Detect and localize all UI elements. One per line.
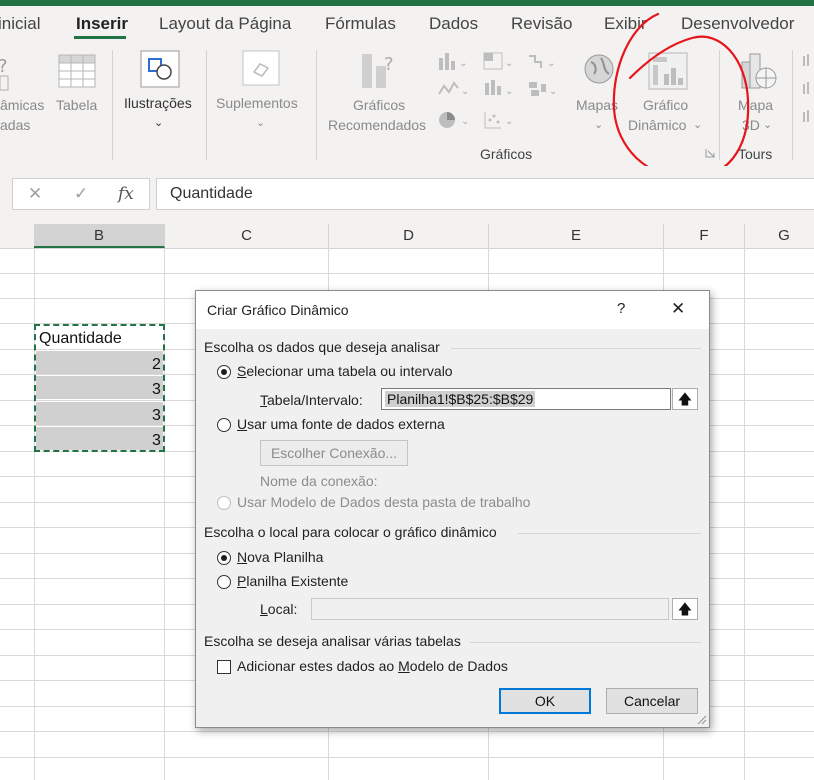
- close-icon[interactable]: ✕: [671, 299, 685, 319]
- group-label-graficos: Gráficos: [480, 146, 533, 162]
- new-sheet-label[interactable]: Nova Planilha: [237, 549, 323, 565]
- dialog-title: Criar Gráfico Dinâmico: [207, 302, 349, 318]
- external-source-label[interactable]: Usar uma fonte de dados externa: [237, 416, 445, 432]
- svg-text:⌄: ⌄: [505, 86, 513, 97]
- cell-value: 3: [152, 407, 161, 424]
- column-header-e[interactable]: E: [489, 224, 664, 248]
- section-data-label: Escolha os dados que deseja analisar: [204, 339, 440, 355]
- data-model-radio[interactable]: [217, 496, 231, 510]
- create-pivot-chart-dialog: Criar Gráfico Dinâmico ? ✕ Escolha os da…: [195, 290, 710, 728]
- ok-button[interactable]: OK: [499, 688, 591, 714]
- tab-formulas[interactable]: Fórmulas: [325, 14, 396, 34]
- svg-text:?: ?: [0, 56, 8, 77]
- column-header-g[interactable]: G: [745, 224, 814, 248]
- formula-input[interactable]: [156, 178, 814, 210]
- svg-text:⌄: ⌄: [461, 116, 469, 127]
- collapse-location-button[interactable]: 🡅: [672, 598, 698, 620]
- add-to-data-model-checkbox[interactable]: [217, 660, 231, 674]
- connection-name-label: Nome da conexão:: [260, 473, 378, 489]
- cell-value: 3: [152, 381, 161, 398]
- svg-text:⌄: ⌄: [505, 116, 513, 127]
- formula-value: Quantidade: [170, 185, 253, 202]
- gridline: [0, 731, 814, 732]
- table-range-label: Tabela/Intervalo:: [260, 392, 363, 408]
- addins-label[interactable]: Suplementos: [216, 93, 298, 113]
- sparklines-icon[interactable]: [802, 52, 814, 132]
- location-input[interactable]: [311, 598, 669, 620]
- ribbon-separator: [792, 50, 793, 160]
- table-label[interactable]: Tabela: [56, 95, 97, 115]
- addins-chevron-icon[interactable]: ⌄: [256, 113, 265, 133]
- table-range-input[interactable]: Planilha1!$B$25:$B$29: [381, 388, 671, 410]
- tab-layout[interactable]: Layout da Página: [159, 14, 291, 34]
- annotation-circle: [612, 12, 750, 180]
- cell-value: 3: [152, 432, 161, 449]
- data-model-label[interactable]: Usar Modelo de Dados desta pasta de trab…: [237, 494, 530, 510]
- help-icon[interactable]: ?: [617, 300, 625, 317]
- existing-sheet-radio[interactable]: [217, 575, 231, 589]
- gridline: [0, 273, 814, 274]
- choose-connection-button[interactable]: Escolher Conexão...: [260, 440, 408, 466]
- column-header-b[interactable]: B: [34, 224, 165, 248]
- new-sheet-radio[interactable]: [217, 551, 231, 565]
- pivot-table-label-2[interactable]: adas: [0, 115, 30, 135]
- select-table-label[interactable]: Selecionar uma tabela ou intervalo: [237, 363, 453, 379]
- chart-type-icons[interactable]: ⌄ ⌄ ⌄ ⌄ ⌄ ⌄ ⌄ ⌄: [437, 50, 567, 132]
- cancel-button[interactable]: Cancelar: [606, 688, 698, 714]
- column-header-c[interactable]: C: [165, 224, 329, 248]
- section-divider: [451, 348, 701, 349]
- external-source-radio[interactable]: [217, 418, 231, 432]
- tab-dados[interactable]: Dados: [429, 14, 478, 34]
- illustrations-chevron-icon[interactable]: ⌄: [154, 113, 163, 133]
- confirm-icon[interactable]: ✓: [74, 184, 88, 204]
- tab-inicial[interactable]: inicial: [0, 14, 41, 34]
- table-icon[interactable]: [58, 54, 96, 90]
- cell-b25-header[interactable]: Quantidade: [39, 330, 122, 348]
- active-tab-indicator: [74, 36, 126, 39]
- gridline: [0, 757, 814, 758]
- section-multiple-tables-label: Escolha se deseja analisar várias tabela…: [204, 633, 461, 649]
- column-header-d[interactable]: D: [329, 224, 489, 248]
- tab-inserir[interactable]: Inserir: [76, 14, 128, 34]
- table-range-value: Planilha1!$B$25:$B$29: [385, 391, 536, 407]
- insert-function-icon[interactable]: fx: [118, 184, 134, 204]
- pivot-table-icon: ?: [0, 56, 9, 91]
- svg-text:⌄: ⌄: [461, 86, 469, 97]
- add-to-data-model-label[interactable]: Adicionar estes dados ao Modelo de Dados: [237, 658, 508, 674]
- column-header-a[interactable]: [0, 224, 35, 248]
- svg-text:⌄: ⌄: [505, 58, 513, 69]
- cancel-icon[interactable]: ✕: [28, 184, 42, 204]
- location-label: Local:: [260, 601, 298, 617]
- ribbon-separator: [112, 50, 113, 160]
- existing-sheet-label[interactable]: Planilha Existente: [237, 573, 348, 589]
- addins-icon[interactable]: [242, 50, 280, 86]
- select-table-radio[interactable]: [217, 365, 231, 379]
- gridline: [744, 248, 745, 780]
- illustrations-icon[interactable]: [140, 50, 180, 88]
- recommended-charts-label-1[interactable]: Gráficos: [353, 95, 405, 115]
- svg-text:⌄: ⌄: [459, 58, 467, 69]
- pivot-table-label-1[interactable]: âmicas: [0, 95, 44, 115]
- ribbon-separator: [316, 50, 317, 160]
- collapse-range-button[interactable]: 🡅: [672, 388, 698, 410]
- svg-text:⌄: ⌄: [549, 86, 557, 97]
- cell-value: 2: [152, 356, 161, 373]
- svg-text:⌄: ⌄: [547, 58, 555, 69]
- section-location-label: Escolha o local para colocar o gráfico d…: [204, 524, 497, 540]
- recommended-charts-label-2[interactable]: Recomendados: [328, 115, 426, 135]
- illustrations-label[interactable]: Ilustrações: [124, 93, 192, 113]
- recommended-charts-icon[interactable]: ?: [358, 52, 400, 92]
- section-divider: [518, 533, 701, 534]
- tab-revisao[interactable]: Revisão: [511, 14, 572, 34]
- ribbon-separator: [206, 50, 207, 160]
- resize-grip-icon[interactable]: [695, 713, 707, 725]
- section-divider: [470, 642, 701, 643]
- svg-text:?: ?: [384, 54, 394, 75]
- column-header-f[interactable]: F: [664, 224, 745, 248]
